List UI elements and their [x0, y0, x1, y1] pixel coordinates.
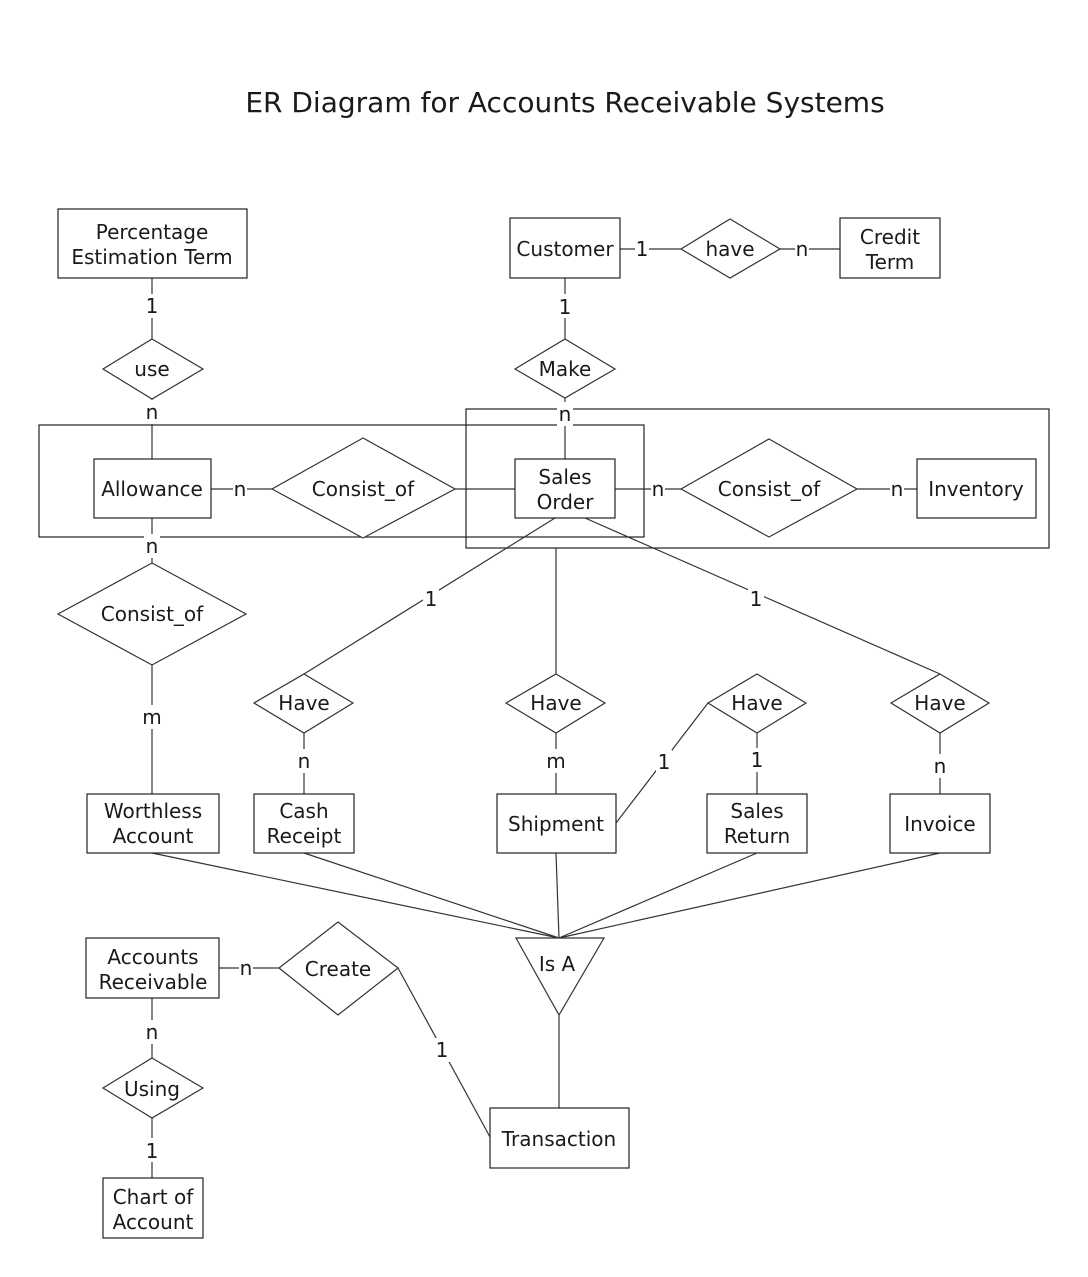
cardinality-have-credit: n: [796, 237, 809, 261]
cardinality-customer-have: 1: [636, 237, 649, 261]
svg-text:Receipt: Receipt: [267, 824, 342, 848]
entity-accounts-receivable[interactable]: Accounts Receivable: [85, 937, 220, 999]
cardinality-shipment-have-return: 1: [658, 750, 671, 774]
svg-text:Is A: Is A: [539, 952, 576, 976]
svg-text:Receivable: Receivable: [99, 970, 208, 994]
cardinality-using-chart: 1: [146, 1139, 159, 1163]
svg-text:Account: Account: [113, 1210, 194, 1234]
svg-text:Order: Order: [537, 490, 595, 514]
svg-text:Create: Create: [305, 957, 371, 981]
svg-text:Customer: Customer: [516, 237, 614, 261]
cardinality-consist-inventory: n: [891, 477, 904, 501]
svg-text:Shipment: Shipment: [508, 812, 604, 836]
entity-allowance[interactable]: Allowance: [93, 458, 212, 519]
svg-text:Accounts: Accounts: [107, 945, 198, 969]
entity-percentage-estimation-term[interactable]: Percentage Estimation Term: [57, 208, 248, 279]
svg-text:Chart of: Chart of: [113, 1185, 195, 1209]
svg-text:Transaction: Transaction: [501, 1127, 616, 1151]
cardinality-salesorder-consist-inv: n: [652, 477, 665, 501]
entity-customer[interactable]: Customer: [509, 217, 621, 279]
svg-text:Cash: Cash: [279, 799, 328, 823]
cardinality-have-shipment: m: [546, 749, 565, 773]
cardinality-use-allowance: n: [146, 400, 159, 424]
svg-text:use: use: [134, 357, 169, 381]
svg-text:Consist_of: Consist_of: [718, 477, 821, 501]
entity-cash-receipt[interactable]: Cash Receipt: [253, 793, 355, 854]
cardinality-make-salesorder: n: [559, 402, 572, 426]
svg-text:Invoice: Invoice: [904, 812, 976, 836]
svg-text:Make: Make: [539, 357, 592, 381]
entity-chart-of-account[interactable]: Chart of Account: [102, 1177, 204, 1239]
cardinality-have-return: 1: [751, 748, 764, 772]
entity-invoice[interactable]: Invoice: [889, 793, 991, 854]
cardinality-allowance-consist: n: [234, 477, 247, 501]
er-diagram: ER Diagram for Accounts Receivable Syste…: [0, 0, 1088, 1277]
cardinality-create-transaction: 1: [436, 1038, 449, 1062]
svg-text:Consist_of: Consist_of: [101, 602, 204, 626]
cardinality-have-cash: n: [298, 749, 311, 773]
cardinality-customer-make: 1: [559, 295, 572, 319]
diagram-title: ER Diagram for Accounts Receivable Syste…: [245, 86, 884, 119]
svg-text:Allowance: Allowance: [101, 477, 203, 501]
svg-text:Have: Have: [278, 691, 329, 715]
svg-text:Return: Return: [724, 824, 790, 848]
cardinality-allowance-consist-worthless: n: [146, 534, 159, 558]
svg-text:Using: Using: [124, 1077, 180, 1101]
svg-text:Consist_of: Consist_of: [312, 477, 415, 501]
svg-text:Have: Have: [914, 691, 965, 715]
svg-text:Sales: Sales: [538, 465, 591, 489]
svg-text:Have: Have: [731, 691, 782, 715]
cardinality-ar-create: n: [240, 956, 253, 980]
svg-text:have: have: [705, 237, 754, 261]
cardinality-salesorder-have-cash: 1: [425, 587, 438, 611]
entity-inventory[interactable]: Inventory: [916, 458, 1037, 519]
entity-shipment[interactable]: Shipment: [496, 793, 617, 854]
svg-text:Account: Account: [113, 824, 194, 848]
svg-text:Worthless: Worthless: [104, 799, 202, 823]
entity-transaction[interactable]: Transaction: [489, 1107, 630, 1169]
entity-sales-return[interactable]: Sales Return: [706, 793, 808, 854]
entity-sales-order[interactable]: Sales Order: [514, 458, 616, 519]
svg-text:Inventory: Inventory: [928, 477, 1024, 501]
svg-text:Credit: Credit: [860, 225, 920, 249]
svg-text:Term: Term: [865, 250, 914, 274]
entity-credit-term[interactable]: Credit Term: [839, 217, 941, 279]
cardinality-pet-use: 1: [146, 294, 159, 318]
entity-worthless-account[interactable]: Worthless Account: [86, 793, 220, 854]
cardinality-have-invoice: n: [934, 754, 947, 778]
svg-text:Sales: Sales: [730, 799, 783, 823]
cardinality-ar-using: n: [146, 1020, 159, 1044]
svg-text:Estimation Term: Estimation Term: [71, 245, 232, 269]
svg-text:Have: Have: [530, 691, 581, 715]
svg-text:Percentage: Percentage: [96, 220, 209, 244]
cardinality-salesorder-have-invoice: 1: [750, 587, 763, 611]
cardinality-consist-worthless: m: [142, 705, 161, 729]
